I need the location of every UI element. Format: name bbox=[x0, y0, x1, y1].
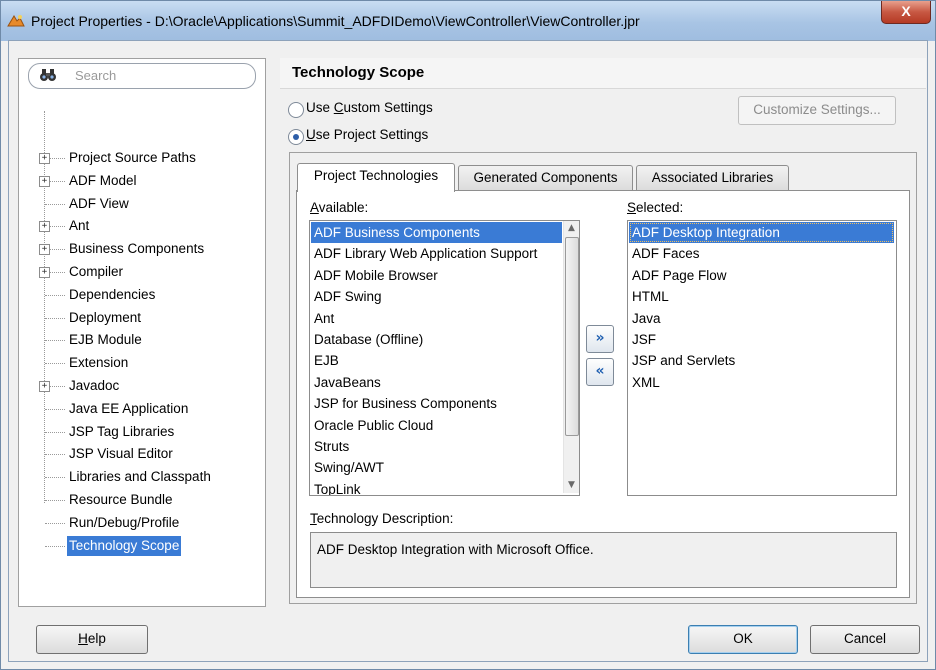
list-item[interactable]: HTML bbox=[629, 286, 894, 307]
list-item[interactable]: Database (Offline) bbox=[311, 329, 562, 350]
available-technologies-list[interactable]: TopLink Swing/AWT Struts Oracle Public Clou… bbox=[309, 220, 580, 496]
page-heading-bar: Technology Scope bbox=[280, 58, 926, 89]
use-custom-settings-label[interactable]: Use Custom Settings bbox=[306, 100, 433, 115]
tree-item[interactable]: Libraries and Classpath bbox=[67, 467, 213, 487]
tree-guide-branch bbox=[45, 203, 65, 205]
tree-guide-branch bbox=[45, 363, 65, 365]
tree-item[interactable]: Javadoc bbox=[67, 376, 121, 396]
list-item[interactable]: ADF Swing bbox=[311, 286, 562, 307]
list-item[interactable]: Oracle Public Cloud bbox=[311, 415, 562, 436]
list-item[interactable]: JSF bbox=[629, 329, 894, 350]
technology-description-box: ADF Desktop Integration with Microsoft O… bbox=[310, 532, 897, 588]
available-list-scrollbar[interactable]: ▲ ▼ bbox=[563, 221, 579, 493]
list-item[interactable]: ADF Faces bbox=[629, 243, 894, 264]
expand-plus-icon[interactable]: + bbox=[39, 267, 50, 278]
list-item[interactable]: TopLink bbox=[311, 479, 562, 495]
selected-technologies-list[interactable]: XML JSP and Servlets JSF Java HTML ADF Page F… bbox=[627, 220, 897, 496]
tree-guide-branch bbox=[45, 454, 65, 456]
expand-plus-icon[interactable]: + bbox=[39, 175, 50, 187]
tree-item[interactable]: Project Source Paths bbox=[67, 148, 198, 168]
tree-item[interactable]: Dependencies bbox=[67, 285, 157, 305]
tree-guide-branch bbox=[45, 294, 65, 296]
list-item[interactable]: ADF Business Components bbox=[311, 222, 562, 243]
expand-plus-icon[interactable]: + bbox=[39, 244, 50, 256]
scroll-up-arrow-icon[interactable]: ▲ bbox=[565, 221, 578, 236]
cancel-button[interactable]: Cancel bbox=[810, 625, 920, 654]
move-left-button[interactable]: « bbox=[586, 358, 614, 386]
selected-label: Selected: bbox=[627, 200, 684, 215]
close-button[interactable]: X bbox=[881, 1, 931, 24]
scroll-down-arrow-icon[interactable]: ▼ bbox=[565, 478, 578, 493]
list-item[interactable]: Ant bbox=[311, 308, 562, 329]
scrollbar-thumb[interactable] bbox=[565, 237, 579, 436]
list-item[interactable]: JSP for Business Components bbox=[311, 393, 562, 414]
list-item[interactable]: EJB bbox=[311, 350, 562, 371]
tree-guide-branch bbox=[45, 340, 65, 342]
tree-item[interactable]: JSP Visual Editor bbox=[67, 444, 175, 464]
window-title: Project Properties - D:\Oracle\Applicati… bbox=[31, 13, 640, 29]
tree-item[interactable]: Compiler bbox=[67, 262, 125, 282]
use-project-settings-radio[interactable] bbox=[288, 129, 304, 145]
tree-item[interactable]: Deployment bbox=[67, 308, 143, 328]
tree-item[interactable]: Business Components bbox=[67, 239, 206, 259]
tree-item[interactable]: Extension bbox=[67, 353, 130, 373]
list-item[interactable]: Swing/AWT bbox=[311, 457, 562, 478]
tab-generated-components[interactable]: Generated Components bbox=[458, 165, 633, 190]
customize-settings-button[interactable]: Customize Settings... bbox=[738, 96, 896, 125]
tab-project-technologies[interactable]: Project Technologies bbox=[297, 163, 455, 192]
expand-plus-icon[interactable]: + bbox=[39, 221, 50, 233]
tree-item[interactable]: Resource Bundle bbox=[67, 490, 175, 510]
ok-button[interactable]: OK bbox=[688, 625, 798, 654]
list-item[interactable]: XML bbox=[629, 372, 894, 393]
list-item[interactable]: ADF Desktop Integration bbox=[629, 222, 894, 243]
category-tree: Project Source Paths + ADF Model + ADF View A… bbox=[19, 59, 265, 606]
tree-guide-branch bbox=[45, 408, 65, 410]
tree-item[interactable]: Java EE Application bbox=[67, 399, 190, 419]
use-project-settings-label[interactable]: Use Project Settings bbox=[306, 127, 428, 142]
list-item[interactable]: ADF Mobile Browser bbox=[311, 265, 562, 286]
technology-description-text: ADF Desktop Integration with Microsoft O… bbox=[317, 542, 594, 557]
technology-description-label: Technology Description: bbox=[310, 511, 454, 526]
available-label: Available: bbox=[310, 200, 369, 215]
tree-item[interactable]: Technology Scope bbox=[67, 535, 182, 556]
list-item[interactable]: JSP and Servlets bbox=[629, 350, 894, 371]
tree-item[interactable]: EJB Module bbox=[67, 330, 144, 350]
tree-item[interactable]: ADF Model bbox=[67, 171, 139, 191]
expand-plus-icon[interactable]: + bbox=[39, 381, 50, 392]
list-item[interactable]: Java bbox=[629, 308, 894, 329]
tree-guide-branch bbox=[45, 500, 65, 501]
jdeveloper-app-icon bbox=[7, 15, 25, 27]
list-item[interactable]: ADF Page Flow bbox=[629, 265, 894, 286]
tree-guide-line bbox=[44, 111, 45, 503]
list-item[interactable]: JavaBeans bbox=[311, 372, 562, 393]
title-bar[interactable]: Project Properties - D:\Oracle\Applicati… bbox=[1, 1, 935, 41]
use-custom-settings-radio[interactable] bbox=[288, 102, 304, 118]
tree-item[interactable]: Ant bbox=[67, 216, 91, 236]
tree-guide-branch bbox=[45, 317, 65, 319]
tree-guide-branch bbox=[45, 477, 65, 479]
tree-item[interactable]: Run/Debug/Profile bbox=[67, 513, 181, 533]
tree-item[interactable]: JSP Tag Libraries bbox=[67, 422, 176, 442]
tab-associated-libraries[interactable]: Associated Libraries bbox=[636, 165, 789, 190]
category-panel: Search Project Source Paths + ADF Model + AD… bbox=[18, 58, 266, 607]
tree-guide-branch bbox=[45, 522, 65, 524]
list-item[interactable]: ADF Library Web Application Support bbox=[311, 243, 562, 264]
tree-guide-branch bbox=[45, 431, 65, 433]
move-right-button[interactable]: » bbox=[586, 325, 614, 353]
expand-plus-icon[interactable]: + bbox=[39, 153, 50, 164]
list-item[interactable]: Struts bbox=[311, 436, 562, 457]
page-title: Technology Scope bbox=[292, 64, 425, 81]
help-button[interactable]: Help bbox=[36, 625, 148, 654]
tree-item[interactable]: ADF View bbox=[67, 194, 131, 214]
tree-guide-branch bbox=[45, 545, 65, 547]
